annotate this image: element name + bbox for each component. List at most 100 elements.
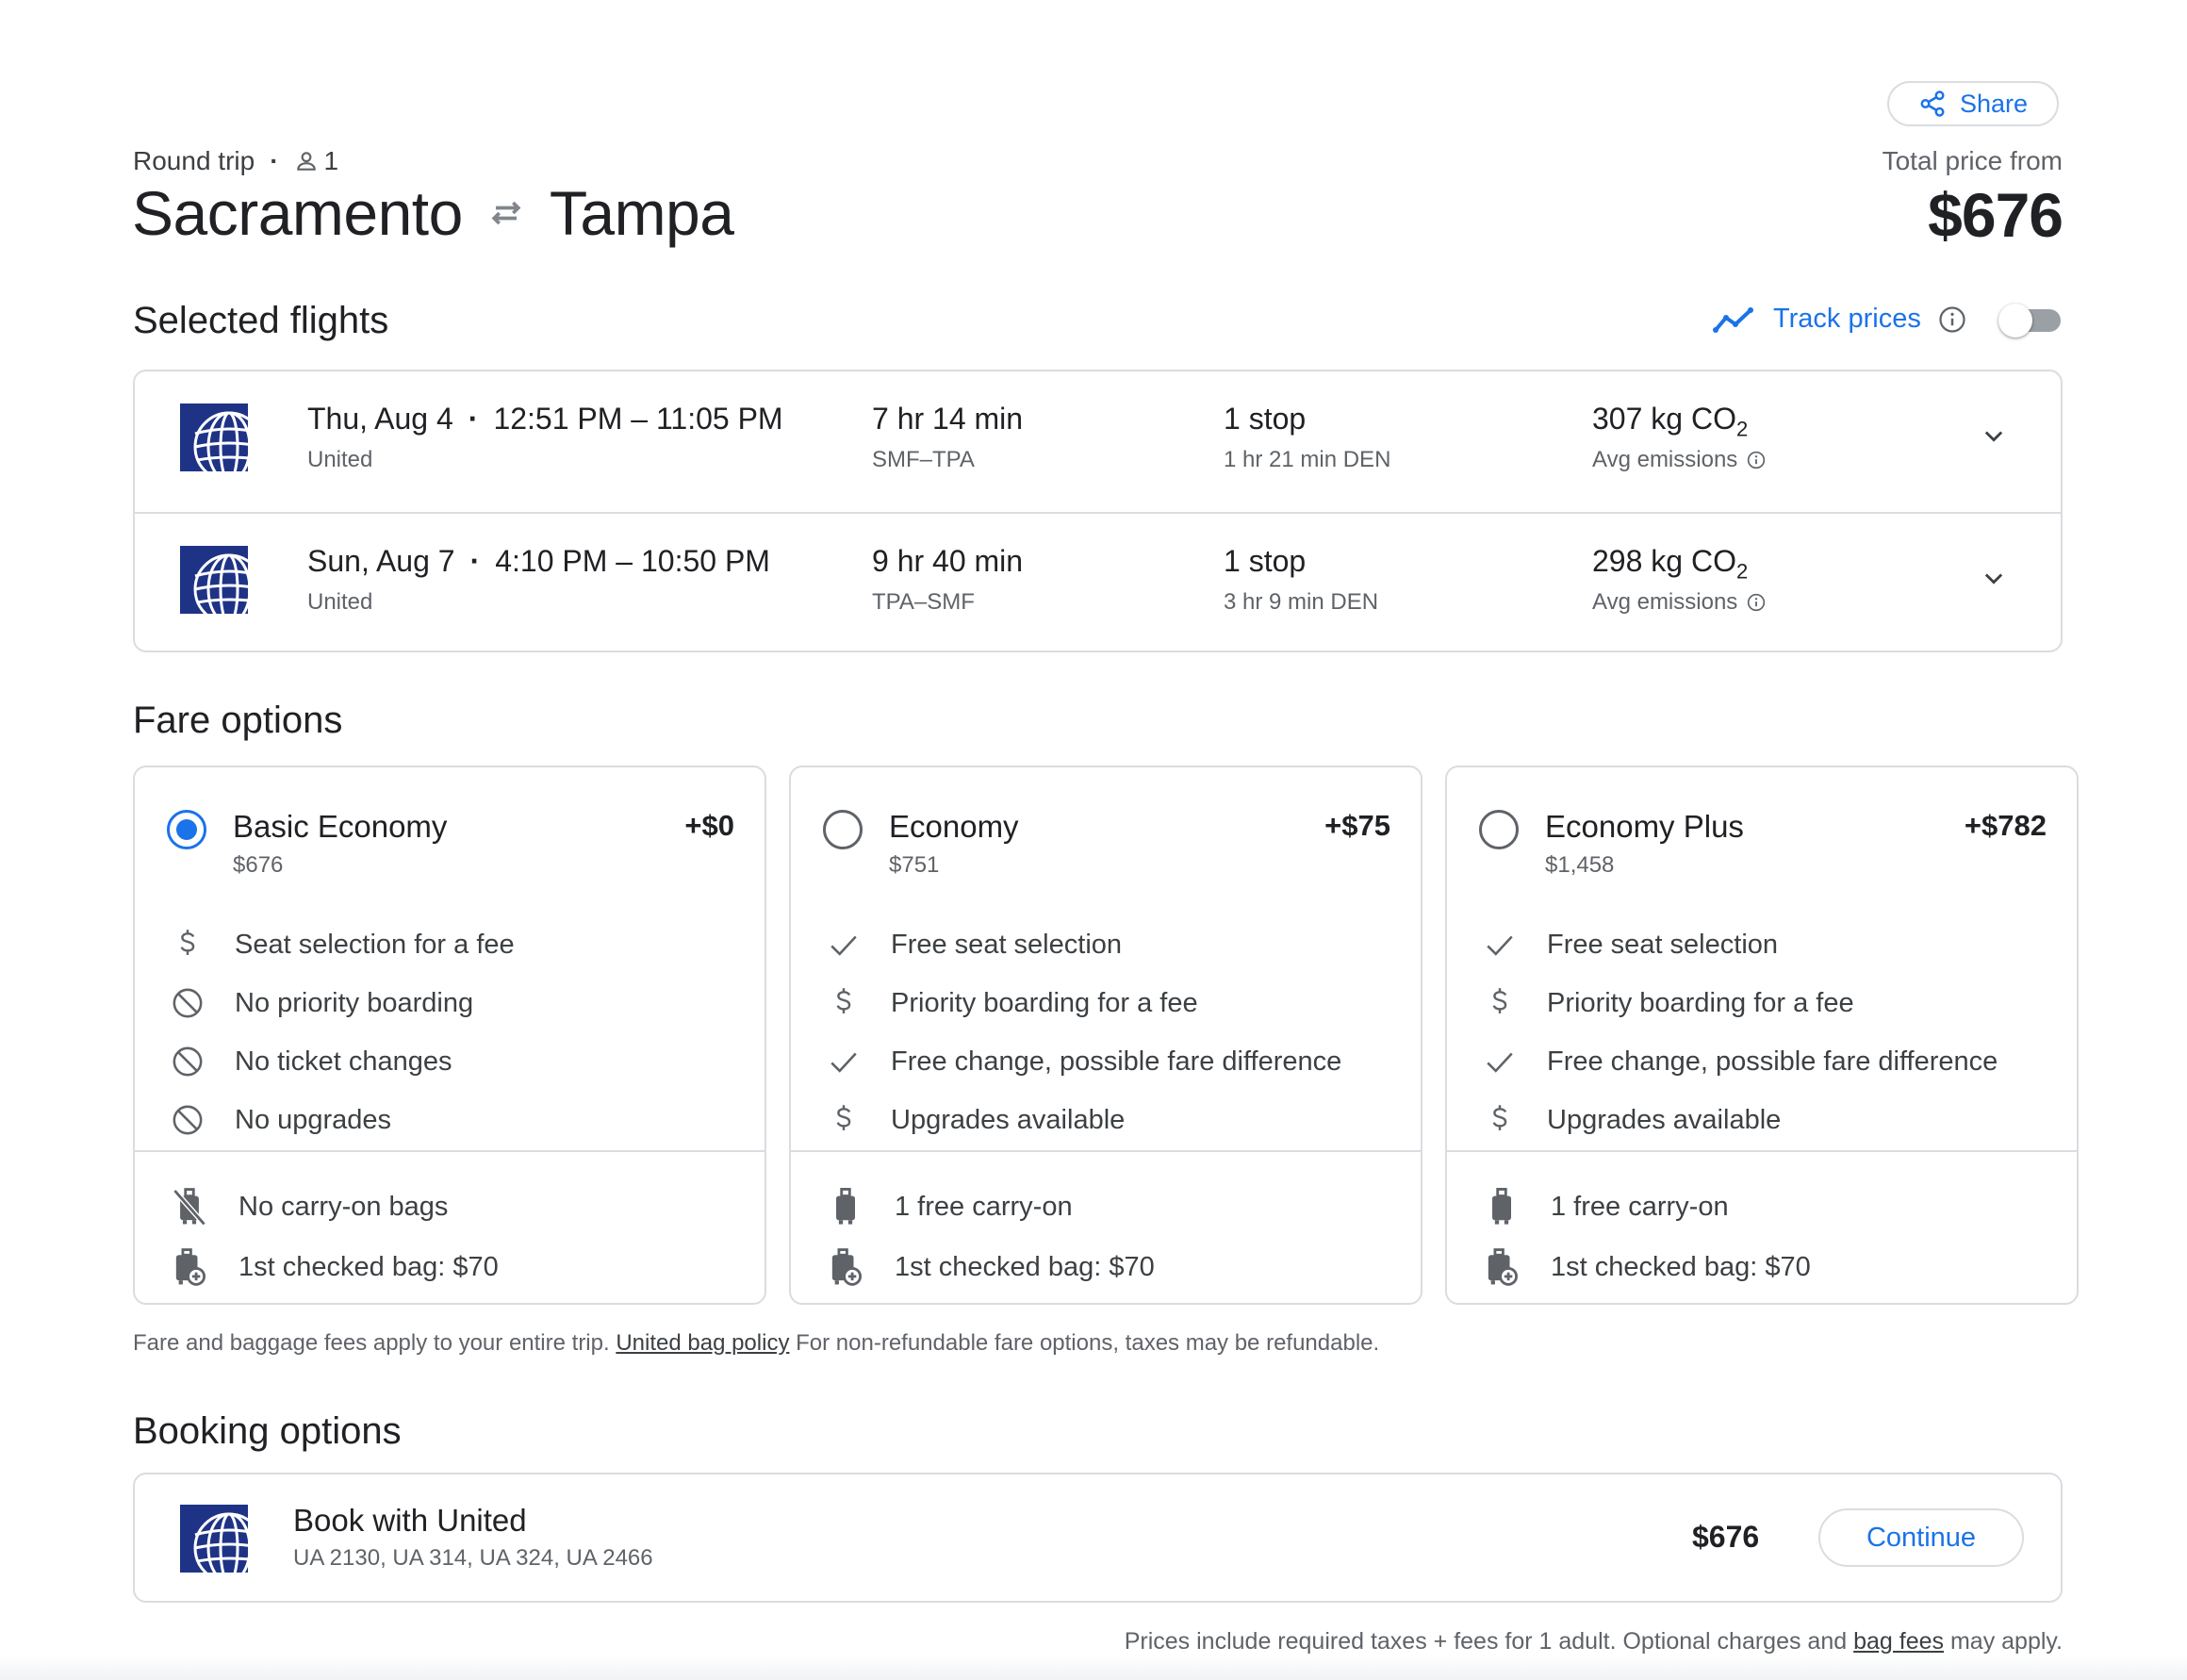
carry-on-icon bbox=[1483, 1188, 1521, 1226]
check-icon bbox=[1481, 1043, 1519, 1080]
block-icon bbox=[169, 984, 206, 1022]
fare-total: $751 bbox=[889, 852, 940, 878]
fare-feature-text: Upgrades available bbox=[1547, 1104, 1782, 1135]
passenger-number: 1 bbox=[323, 146, 339, 175]
trip-meta: Round trip · 1 bbox=[133, 146, 338, 176]
price-disclaimer: Prices include required taxes + fees for… bbox=[1125, 1628, 2063, 1655]
checked-bag-icon bbox=[1483, 1248, 1521, 1286]
fare-radio[interactable] bbox=[1479, 810, 1519, 849]
fare-total: $676 bbox=[233, 852, 284, 878]
flight-airline: United bbox=[307, 447, 373, 472]
fare-feature: Upgrades available bbox=[1447, 1101, 1781, 1139]
flight-stops: 1 stop bbox=[1224, 544, 1307, 578]
emissions-subscript: 2 bbox=[1735, 559, 1749, 584]
chevron-down-icon[interactable] bbox=[1981, 422, 2007, 453]
no-bag-icon bbox=[171, 1188, 208, 1226]
fare-note-text: Fare and baggage fees apply to your enti… bbox=[133, 1330, 610, 1356]
bag-fees-link[interactable]: bag fees bbox=[1853, 1628, 1944, 1655]
track-prices[interactable]: Track prices bbox=[1713, 304, 1966, 335]
flight-route: TPA–SMF bbox=[872, 589, 975, 615]
route-title: Sacramento Tampa bbox=[132, 177, 734, 249]
fare-feature-text: Free change, possible fare difference bbox=[1547, 1046, 1998, 1077]
share-icon bbox=[1920, 91, 1945, 117]
dollar-icon bbox=[1481, 984, 1519, 1022]
fare-note: Fare and baggage fees apply to your enti… bbox=[133, 1330, 1379, 1357]
flight-stops: 1 stop bbox=[1224, 402, 1307, 436]
emissions-value: 298 kg CO bbox=[1592, 544, 1736, 578]
destination-city: Tampa bbox=[549, 178, 734, 248]
trip-type: Round trip bbox=[133, 146, 255, 175]
booking-option-card: Book with United UA 2130, UA 314, UA 324… bbox=[133, 1473, 2063, 1603]
fare-bag-item: 1st checked bag: $70 bbox=[135, 1248, 499, 1286]
flight-emissions: 298 kg CO2 bbox=[1592, 544, 1748, 584]
fare-feature: Free change, possible fare difference bbox=[1447, 1043, 1998, 1080]
fare-feature: Free change, possible fare difference bbox=[791, 1043, 1341, 1080]
flight-date-time: Thu, Aug 4 · 12:51 PM – 11:05 PM bbox=[307, 402, 783, 436]
flight-route: SMF–TPA bbox=[872, 447, 975, 472]
flight-sep: · bbox=[468, 402, 479, 436]
flight-layover: 1 hr 21 min DEN bbox=[1224, 447, 1391, 472]
chevron-down-icon[interactable] bbox=[1981, 565, 2007, 596]
flight-row[interactable]: Sun, Aug 7 · 4:10 PM – 10:50 PM United 9 hr … bbox=[135, 512, 2061, 652]
fare-bag-text: 1st checked bag: $70 bbox=[1551, 1251, 1811, 1282]
dollar-icon bbox=[825, 984, 863, 1022]
flight-date: Thu, Aug 4 bbox=[307, 402, 453, 436]
flight-times: 12:51 PM – 11:05 PM bbox=[493, 402, 783, 436]
fare-option-card[interactable]: Basic Economy $676 +$0 Seat selection for a… bbox=[133, 766, 766, 1305]
passenger-count: 1 bbox=[294, 146, 339, 176]
dollar-icon bbox=[825, 1101, 863, 1139]
fare-feature: No priority boarding bbox=[135, 984, 473, 1022]
fare-feature-text: Upgrades available bbox=[891, 1104, 1126, 1135]
flight-airline: United bbox=[307, 589, 373, 615]
bag-policy-link[interactable]: United bag policy bbox=[616, 1330, 789, 1356]
total-price: $676 bbox=[1928, 180, 2064, 250]
fare-feature: Upgrades available bbox=[791, 1101, 1125, 1139]
fare-bag-item: 1st checked bag: $70 bbox=[791, 1248, 1155, 1286]
fare-bag-item: 1 free carry-on bbox=[791, 1188, 1073, 1226]
person-icon bbox=[296, 152, 316, 171]
checked-bag-icon bbox=[171, 1248, 208, 1286]
info-icon[interactable] bbox=[1747, 593, 1766, 612]
fare-feature-text: Free seat selection bbox=[891, 929, 1123, 960]
selected-flights-heading: Selected flights bbox=[133, 300, 389, 341]
fare-total: $1,458 bbox=[1545, 852, 1615, 878]
disclaimer-text: Prices include required taxes + fees for… bbox=[1124, 1628, 1848, 1655]
fare-radio[interactable] bbox=[167, 810, 206, 849]
trend-icon bbox=[1713, 306, 1753, 333]
swap-arrows-icon bbox=[491, 201, 521, 225]
dollar-icon bbox=[169, 926, 206, 964]
flight-duration: 9 hr 40 min bbox=[872, 544, 1024, 578]
fare-options-heading: Fare options bbox=[133, 700, 343, 741]
info-icon[interactable] bbox=[1747, 451, 1766, 469]
origin-city: Sacramento bbox=[132, 178, 463, 248]
check-icon bbox=[1481, 926, 1519, 964]
block-icon bbox=[169, 1101, 206, 1139]
booking-provider: Book with United bbox=[293, 1503, 527, 1538]
fare-feature: No upgrades bbox=[135, 1101, 391, 1139]
fare-radio[interactable] bbox=[823, 810, 863, 849]
flight-duration: 7 hr 14 min bbox=[872, 402, 1024, 436]
flight-date: Sun, Aug 7 bbox=[307, 544, 455, 578]
fare-option-card[interactable]: Economy Plus $1,458 +$782 Free seat selecti… bbox=[1445, 766, 2079, 1305]
flight-emissions: 307 kg CO2 bbox=[1592, 402, 1748, 441]
booking-price: $676 bbox=[1692, 1520, 1760, 1554]
share-button[interactable]: Share bbox=[1887, 81, 2059, 126]
emissions-label: Avg emissions bbox=[1592, 589, 1738, 615]
fare-feature: Priority boarding for a fee bbox=[1447, 984, 1854, 1022]
track-prices-toggle[interactable] bbox=[1998, 304, 2063, 338]
emissions-label: Avg emissions bbox=[1592, 447, 1738, 472]
fare-feature-text: Free seat selection bbox=[1547, 929, 1779, 960]
fare-option-card[interactable]: Economy $751 +$75 Free seat selection Priori… bbox=[789, 766, 1422, 1305]
bottom-shadow bbox=[0, 1654, 2187, 1680]
united-logo bbox=[180, 404, 265, 483]
flight-row[interactable]: Thu, Aug 4 · 12:51 PM – 11:05 PM United 7 hr… bbox=[135, 371, 2061, 512]
fare-bag-text: 1st checked bag: $70 bbox=[895, 1251, 1155, 1282]
continue-button[interactable]: Continue bbox=[1818, 1508, 2024, 1567]
fare-name: Economy bbox=[889, 809, 1019, 844]
info-icon[interactable] bbox=[1938, 305, 1966, 334]
check-icon bbox=[825, 926, 863, 964]
booking-options-heading: Booking options bbox=[133, 1410, 402, 1452]
fare-bag-text: No carry-on bags bbox=[238, 1191, 449, 1222]
fare-feature-text: No priority boarding bbox=[235, 987, 474, 1018]
fare-bag-text: 1 free carry-on bbox=[1551, 1191, 1729, 1222]
